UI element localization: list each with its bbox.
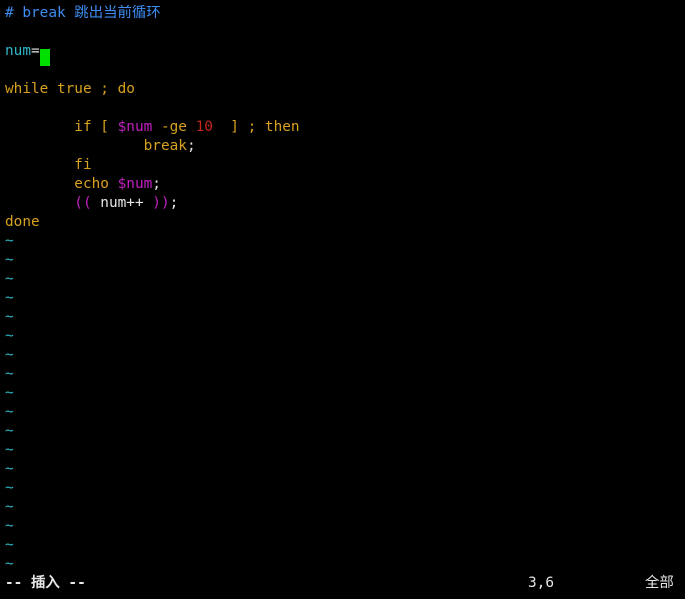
code-token: if [ xyxy=(5,119,118,135)
tilde-marker: ~ xyxy=(5,271,14,287)
code-line[interactable]: done xyxy=(5,213,40,232)
code-token: echo xyxy=(5,176,118,192)
tilde-marker: ~ xyxy=(5,499,14,515)
code-line[interactable]: num=1 xyxy=(5,42,50,66)
code-token: num xyxy=(5,43,31,59)
code-token: $num xyxy=(117,176,153,192)
tilde-marker: ~ xyxy=(5,518,14,534)
tilde-marker: ~ xyxy=(5,347,14,363)
code-line[interactable]: (( num++ )); xyxy=(5,194,178,213)
code-token: $num xyxy=(117,119,153,135)
tilde-marker: ~ xyxy=(5,309,14,325)
code-line[interactable]: echo $num; xyxy=(5,175,161,194)
tilde-marker: ~ xyxy=(5,537,14,553)
tilde-marker: ~ xyxy=(5,480,14,496)
code-token: fi xyxy=(5,157,92,173)
tilde-marker: ~ xyxy=(5,328,14,344)
insert-mode-indicator: -- 插入 -- xyxy=(5,575,86,591)
tilde-marker: ~ xyxy=(5,290,14,306)
code-token: num++ xyxy=(91,195,153,211)
tilde-marker: ~ xyxy=(5,423,14,439)
code-token: = xyxy=(31,43,40,59)
code-token: while true ; do xyxy=(5,81,135,97)
code-token: ] ; then xyxy=(212,119,300,135)
tilde-marker: ~ xyxy=(5,252,14,268)
text-cursor: 1 xyxy=(39,49,50,66)
code-line[interactable]: if [ $num -ge 10 ] ; then xyxy=(5,118,300,137)
code-token: break xyxy=(5,138,187,154)
code-token: 10 xyxy=(195,119,213,135)
cursor-position: 3,6 xyxy=(528,575,554,591)
tilde-marker: ~ xyxy=(5,233,14,249)
code-line[interactable]: fi xyxy=(5,156,92,175)
code-token: -ge xyxy=(152,119,196,135)
code-line[interactable]: # break 跳出当前循环 xyxy=(5,4,161,23)
tilde-marker: ~ xyxy=(5,442,14,458)
code-line[interactable]: while true ; do xyxy=(5,80,135,99)
status-line: -- 插入 -- 3,6 全部 xyxy=(0,574,685,593)
vim-editor[interactable]: # break 跳出当前循环 num=1 while true ; do if [ … xyxy=(0,0,685,599)
code-token: ; xyxy=(152,176,161,192)
tilde-marker: ~ xyxy=(5,556,14,572)
code-token: (( xyxy=(5,195,92,211)
tilde-marker: ~ xyxy=(5,461,14,477)
code-token: # break 跳出当前循环 xyxy=(5,5,161,21)
tilde-marker: ~ xyxy=(5,366,14,382)
code-token: ; xyxy=(186,138,196,154)
code-token: done xyxy=(5,214,40,230)
code-token: )) xyxy=(152,195,170,211)
code-token: ; xyxy=(169,195,179,211)
tilde-marker: ~ xyxy=(5,404,14,420)
code-line[interactable]: break; xyxy=(5,137,196,156)
scroll-percent: 全部 xyxy=(645,575,674,591)
tilde-marker: ~ xyxy=(5,385,14,401)
